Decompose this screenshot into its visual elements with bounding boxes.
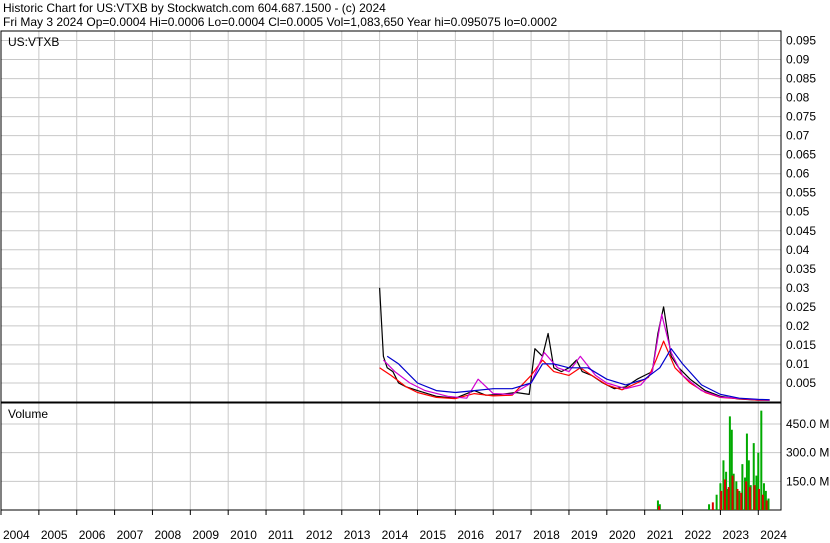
volume-bar — [658, 506, 661, 510]
year-tick-label: 2010 — [230, 528, 257, 542]
year-axis-labels: 2004 2005 2006 2007 2008 2009 2010 2011 2012 2013… — [0, 510, 787, 542]
year-tick-label: 2015 — [420, 528, 447, 542]
year-gridlines — [38, 31, 759, 510]
volume-bar — [758, 488, 761, 510]
year-tick-label: 2013 — [344, 528, 371, 542]
year-tick-label: 2021 — [647, 528, 674, 542]
volume-tick-label: 450.0 M — [786, 417, 829, 431]
volume-tick-label: 150.0 M — [786, 474, 829, 488]
year-tick-label: 2004 — [3, 528, 30, 542]
price-tick-label: 0.015 — [786, 338, 816, 352]
year-tick-label: 2014 — [382, 528, 409, 542]
year-tick-label: 2005 — [41, 528, 68, 542]
volume-bar — [723, 479, 726, 510]
volume-bar — [731, 475, 734, 510]
price-series-line — [382, 313, 770, 401]
price-tick-label: 0.07 — [786, 129, 810, 143]
price-tick-label: 0.035 — [786, 262, 816, 276]
volume-bar — [727, 487, 730, 510]
price-tick-label: 0.095 — [786, 34, 816, 48]
price-tick-label: 0.04 — [786, 243, 810, 257]
price-tick-label: 0.005 — [786, 376, 816, 390]
year-tick-label: 2023 — [722, 528, 749, 542]
price-tick-label: 0.01 — [786, 357, 810, 371]
symbol-label: US:VTXB — [8, 35, 59, 49]
year-tick-label: 2009 — [192, 528, 219, 542]
price-tick-label: 0.09 — [786, 53, 810, 67]
price-tick-label: 0.05 — [786, 205, 810, 219]
year-tick-label: 2022 — [685, 528, 712, 542]
volume-bar — [765, 500, 768, 510]
volume-bar — [753, 485, 756, 510]
volume-title: Volume — [8, 407, 48, 421]
year-tick-label: 2019 — [571, 528, 598, 542]
price-tick-label: 0.075 — [786, 110, 816, 124]
price-tick-label: 0.025 — [786, 300, 816, 314]
year-tick-label: 2012 — [306, 528, 333, 542]
year-tick-label: 2020 — [609, 528, 636, 542]
price-tick-label: 0.045 — [786, 224, 816, 238]
volume-gridlines — [1, 423, 781, 482]
historic-chart: 0.005 0.01 0.015 0.02 0.025 0.03 0.035 0.04 0.04… — [0, 30, 829, 542]
price-tick-label: 0.055 — [786, 186, 816, 200]
price-tick-label: 0.02 — [786, 319, 810, 333]
price-tick-label: 0.065 — [786, 148, 816, 162]
volume-bars — [656, 410, 770, 510]
volume-bar — [745, 481, 748, 510]
price-tick-label: 0.03 — [786, 281, 810, 295]
volume-panel-frame — [0, 402, 782, 511]
price-tick-label: 0.08 — [786, 91, 810, 105]
price-tick-label: 0.06 — [786, 167, 810, 181]
year-tick-label: 2024 — [760, 528, 787, 542]
volume-bar — [708, 504, 711, 510]
volume-bar — [767, 498, 770, 510]
price-axis-labels: 0.005 0.01 0.015 0.02 0.025 0.03 0.035 0.04 0.04… — [786, 34, 816, 390]
volume-bar — [755, 475, 758, 510]
volume-bar — [740, 492, 743, 510]
price-tick-label: 0.085 — [786, 72, 816, 86]
year-tick-label: 2011 — [268, 528, 294, 542]
price-series-line — [386, 348, 770, 401]
price-gridlines — [1, 40, 781, 384]
year-tick-label: 2018 — [533, 528, 560, 542]
year-tick-label: 2008 — [154, 528, 181, 542]
volume-tick-label: 300.0 M — [786, 446, 829, 460]
year-tick-label: 2017 — [495, 528, 522, 542]
volume-axis-labels: 150.0 M 300.0 M 450.0 M — [786, 417, 829, 488]
year-tick-label: 2006 — [79, 528, 106, 542]
volume-bar — [711, 502, 714, 510]
price-panel-frame — [0, 30, 782, 403]
volume-bar — [738, 490, 741, 510]
volume-bar — [736, 488, 739, 510]
volume-bar — [748, 487, 751, 510]
volume-bar — [761, 494, 764, 510]
volume-bar — [715, 494, 718, 510]
year-tick-label: 2007 — [117, 528, 144, 542]
year-tick-label: 2016 — [457, 528, 484, 542]
volume-bar — [720, 490, 723, 510]
